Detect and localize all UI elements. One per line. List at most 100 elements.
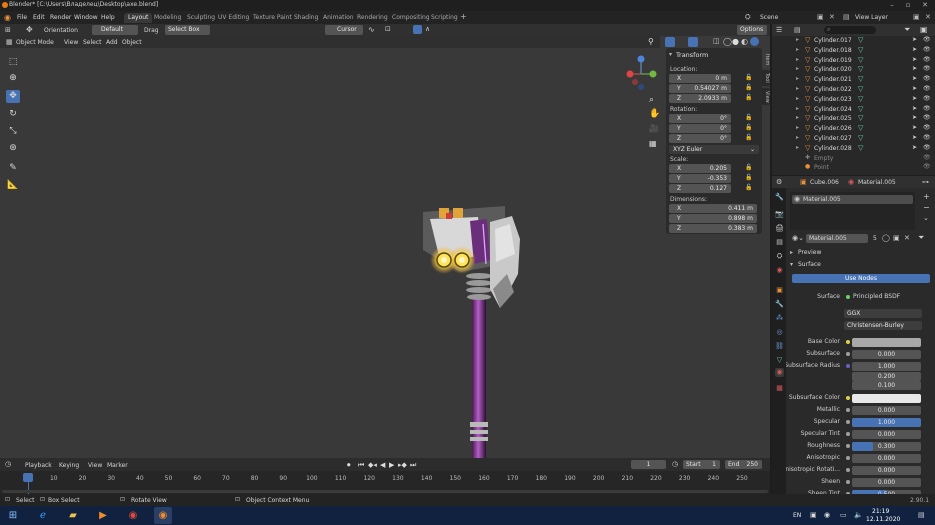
eye-icon[interactable]: 👁 [923,85,931,92]
filter-icon[interactable]: ⏷ [904,25,910,35]
disclosure-icon[interactable]: ▸ [796,134,799,141]
property-value-field[interactable]: 0.000 [852,478,921,487]
current-frame-field[interactable]: 1 [631,460,666,469]
disclosure-icon[interactable]: ▸ [796,105,799,112]
shading-wire-icon[interactable]: ◯ [723,37,732,46]
jump-start-icon[interactable]: ⏮ [358,461,364,470]
menu-timeline-view[interactable]: View [88,462,102,469]
scene-name[interactable]: Scene [760,14,778,21]
subsurface-method-dropdown[interactable]: Christensen-Burley [844,321,922,330]
unlink-material-icon[interactable]: ✕ [904,234,910,242]
select-arrow-icon[interactable]: ➤ [912,105,917,112]
network-icon[interactable]: ▭ [840,511,847,519]
tab-modeling[interactable]: Modeling [150,13,185,23]
lock-icon[interactable]: 🔓 [745,164,752,171]
outliner-row[interactable]: ▸ ▽ Cylinder.019 ▽ ➤ 👁 [772,56,935,66]
mesh-data-icon[interactable]: ▽ [858,75,863,83]
socket-icon[interactable] [846,364,850,368]
constraints-tab-icon[interactable]: ⛓ [775,342,784,351]
render-tab-icon[interactable]: 📷 [775,210,784,219]
disclosure-icon[interactable]: ▸ [796,144,799,151]
keyboard-language[interactable]: EN [793,512,801,519]
select-arrow-icon[interactable]: ➤ [912,75,917,82]
snap-toggle-icon[interactable]: ⊡ [385,25,391,33]
disclosure-icon[interactable]: ▸ [796,124,799,131]
eye-icon[interactable]: 👁 [923,154,931,161]
mesh-data-icon[interactable]: ▽ [858,46,863,54]
preview-range-icon[interactable]: ◷ [672,460,678,468]
property-value-field[interactable]: 0.000 [852,430,921,439]
disclosure-icon[interactable]: ▸ [796,114,799,121]
socket-icon[interactable] [846,456,850,460]
tab-animation[interactable]: Animation [319,13,358,23]
eye-icon[interactable]: 👁 [923,105,931,112]
menu-playback[interactable]: Playback [25,462,52,469]
property-value-field[interactable]: 0.000 [852,350,921,359]
tool-transform-icon[interactable]: ⊛ [6,142,20,155]
preview-section[interactable]: Preview [798,249,821,256]
shading-rendered-icon[interactable] [750,37,759,46]
jump-end-icon[interactable]: ⏭ [410,461,416,470]
physics-tab-icon[interactable]: ◎ [775,328,784,337]
menu-file[interactable]: File [17,14,27,21]
drag-dropdown[interactable]: Select Box [165,25,210,35]
mesh-data-icon[interactable]: ▽ [858,36,863,44]
outliner-row[interactable]: ▸ ▽ Cylinder.025 ▽ ➤ 👁 [772,114,935,124]
menu-help[interactable]: Help [101,14,115,21]
mesh-data-icon[interactable]: ▽ [858,105,863,113]
menu-edit[interactable]: Edit [33,14,45,21]
mesh-data-icon[interactable]: ▽ [858,95,863,103]
dimensions-x-field[interactable]: X 0.411 m [669,204,757,213]
socket-icon[interactable] [846,352,850,356]
outliner-row[interactable]: ▸ ▽ Cylinder.018 ▽ ➤ 👁 [772,46,935,56]
blender-menu-icon[interactable]: ◉ [4,13,11,22]
location-x-field[interactable]: X0 m [669,74,731,83]
eye-icon[interactable]: 👁 [923,114,931,121]
surface-expand-icon[interactable]: ▾ [790,261,793,268]
mesh-data-icon[interactable]: ▽ [858,114,863,122]
edge-browser-icon[interactable]: ℯ [34,507,52,524]
eye-icon[interactable]: 👁 [923,75,931,82]
browse-material-icon[interactable]: ◉⌄ [792,234,804,242]
outliner-row[interactable]: ✚ Empty 👁 [772,154,935,164]
minimize-icon[interactable]: – [884,0,900,11]
mode-icon[interactable]: ▦ [6,38,13,46]
mesh-data-icon[interactable]: ▽ [858,124,863,132]
outliner-row[interactable]: ▸ ▽ Cylinder.024 ▽ ➤ 👁 [772,105,935,115]
editor-type-icon[interactable]: ⊞ [5,26,11,34]
socket-icon[interactable] [846,480,850,484]
outliner-row[interactable]: ▸ ▽ Cylinder.028 ▽ ➤ 👁 [772,144,935,154]
timeline-scrollbar[interactable] [2,490,768,493]
menu-window[interactable]: Window [74,14,98,21]
duplicate-material-icon[interactable]: ▣ [893,234,900,242]
property-value-field[interactable]: 0.000 [852,466,921,475]
prev-keyframe-icon[interactable]: ◆◂ [368,461,377,469]
rotation-y-field[interactable]: Y 0° [669,124,731,133]
socket-icon[interactable] [846,420,850,424]
disclosure-icon[interactable]: ▸ [796,65,799,72]
socket-icon[interactable] [846,444,850,448]
surface-socket-icon[interactable] [846,295,850,299]
select-arrow-icon[interactable]: ➤ [912,65,917,72]
perspective-grid-icon[interactable]: ▦ [649,139,657,148]
data-tab-icon[interactable]: ▽ [775,356,784,365]
tab-item[interactable]: Item [762,52,770,68]
scene-tab-icon[interactable]: ⛭ [775,252,784,261]
volume-icon[interactable]: 🔈 [854,511,863,519]
surface-shader-value[interactable]: Principled BSDF [853,293,900,300]
tool-cursor-icon[interactable]: ⊕ [6,72,20,85]
property-value-field[interactable]: 1.000 [852,362,921,371]
socket-icon[interactable] [846,432,850,436]
tray-icon[interactable]: ▣ [810,511,817,519]
material-filter-icon[interactable]: ⏷ [918,233,924,243]
select-arrow-icon[interactable]: ➤ [912,56,917,63]
object-name[interactable]: Cube.006 [810,179,839,186]
eye-icon[interactable]: 👁 [923,95,931,102]
mode-dropdown[interactable]: Object Mode [16,39,54,46]
mesh-data-icon[interactable]: ▽ [858,144,863,152]
slot-menu-icon[interactable]: ⌄ [923,214,929,222]
select-arrow-icon[interactable]: ➤ [912,95,917,102]
tool-measure-icon[interactable]: 📐 [6,179,20,192]
overlay-toggle-icon[interactable] [688,37,698,47]
scale-z-field[interactable]: Z 0.127 [669,184,731,193]
